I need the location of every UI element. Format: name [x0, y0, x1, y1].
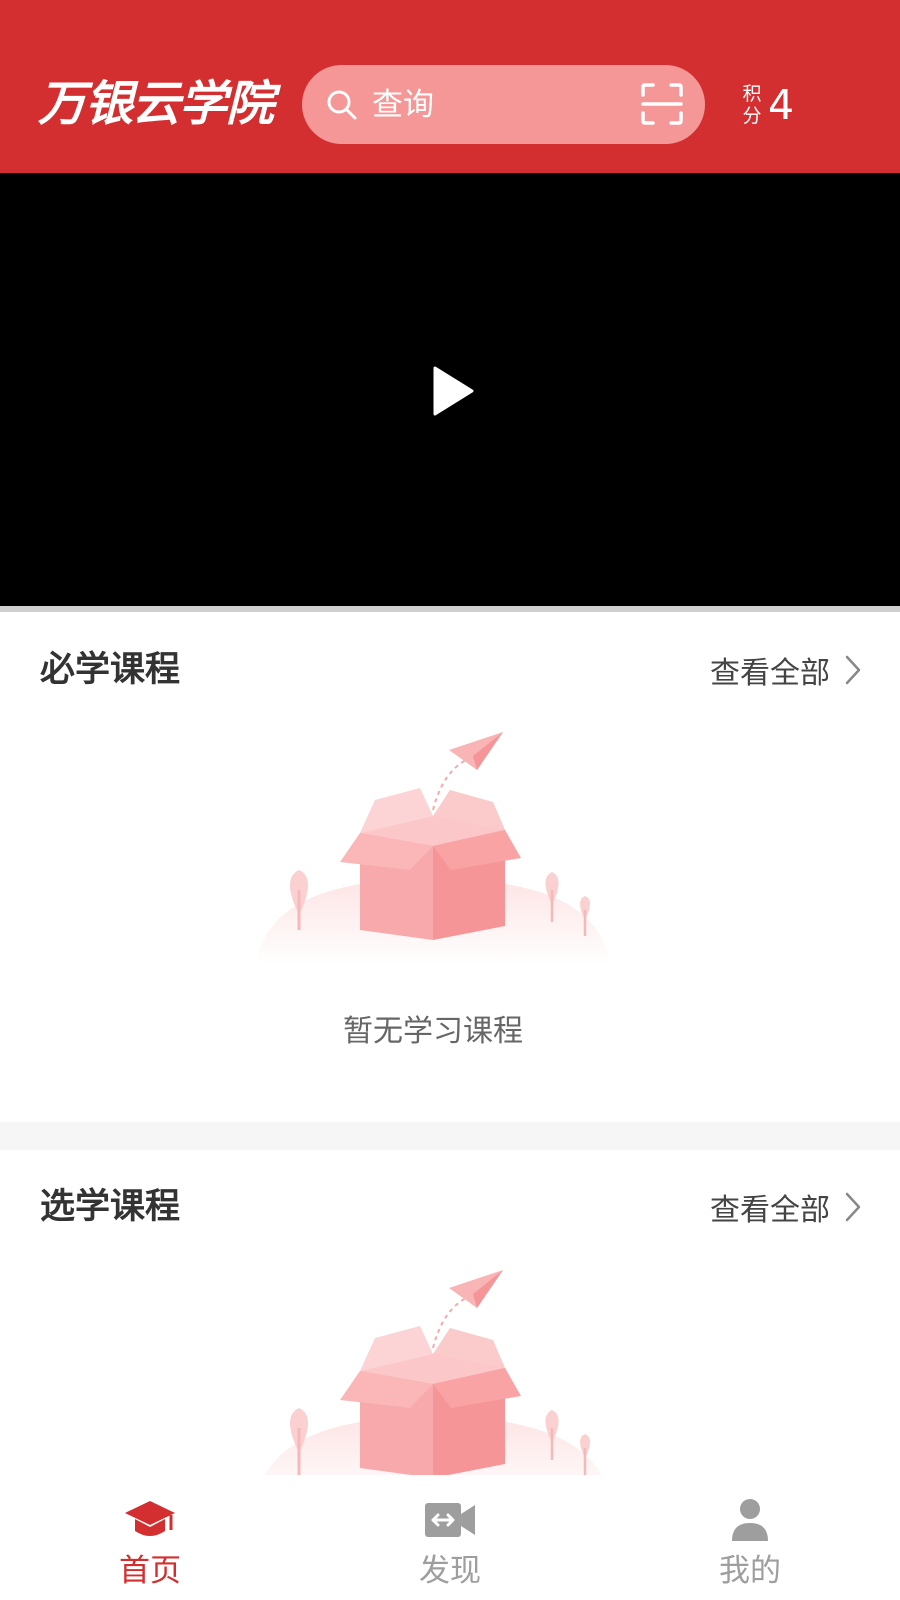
points-label: 积分	[742, 83, 762, 127]
tab-profile[interactable]: 我的	[600, 1475, 900, 1600]
app-header: 万银云学院 积分 4	[0, 0, 900, 173]
points-value: 4	[768, 81, 795, 129]
points-display[interactable]: 积分 4	[742, 80, 794, 130]
empty-box-illustration	[265, 1270, 601, 1475]
chevron-right-icon	[845, 1192, 861, 1222]
tab-profile-label: 我的	[719, 1553, 781, 1589]
tab-home[interactable]: 首页	[0, 1475, 300, 1600]
play-icon[interactable]	[431, 365, 475, 417]
section-divider	[0, 1122, 900, 1150]
search-input[interactable]	[372, 65, 622, 144]
required-view-all-link[interactable]: 查看全部	[710, 648, 862, 692]
empty-courses-text: 暂无学习课程	[343, 1014, 523, 1049]
app-logo: 万银云学院	[38, 76, 274, 132]
graduation-cap-icon	[125, 1501, 175, 1536]
scan-icon[interactable]	[640, 82, 684, 126]
tab-home-label: 首页	[119, 1553, 181, 1589]
search-icon	[327, 90, 357, 120]
required-courses-title: 必学课程	[40, 650, 181, 690]
elective-view-all-link[interactable]: 查看全部	[710, 1185, 862, 1229]
elective-courses-title: 选学课程	[40, 1187, 181, 1227]
chevron-right-icon	[845, 655, 861, 685]
tab-discover[interactable]: 发现	[300, 1475, 600, 1600]
video-progress-track	[0, 606, 900, 612]
user-icon	[732, 1499, 768, 1541]
video-camera-icon	[425, 1503, 475, 1537]
view-all-label: 查看全部	[710, 1193, 830, 1228]
empty-box-illustration	[257, 732, 609, 965]
search-bar[interactable]	[302, 65, 705, 144]
bottom-tab-bar: 首页 发现 我的	[0, 1475, 900, 1600]
tab-discover-label: 发现	[419, 1553, 481, 1589]
view-all-label: 查看全部	[710, 656, 830, 691]
